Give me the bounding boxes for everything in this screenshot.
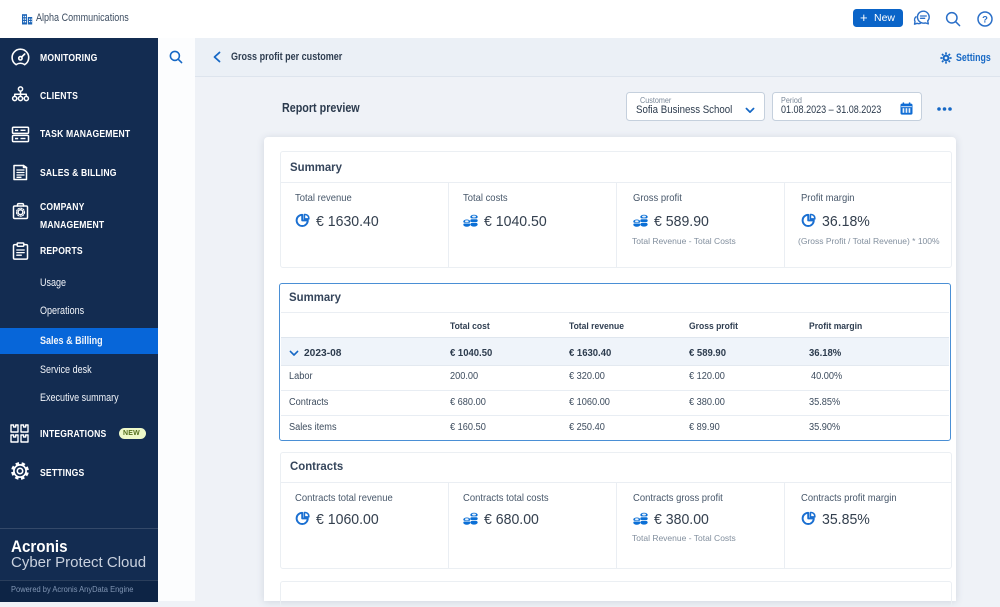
svg-text:?: ? [982, 14, 988, 25]
